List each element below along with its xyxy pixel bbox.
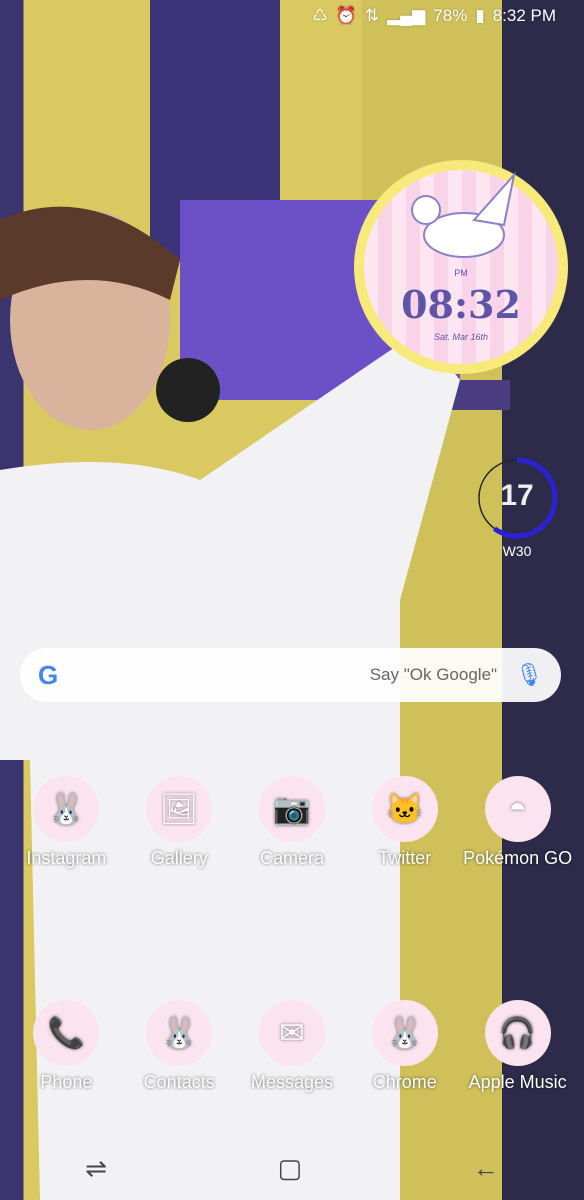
- app-icon: 🐰: [371, 1000, 438, 1066]
- alarm-icon: ⏰: [335, 6, 357, 25]
- app-messages[interactable]: ✉ Messages: [236, 1000, 349, 1093]
- app-gallery[interactable]: 🖼 Gallery: [123, 776, 236, 869]
- app-icon: 🐰: [146, 1000, 213, 1066]
- app-icon: 🖼: [146, 776, 213, 842]
- signal-icon: ▂▄▆: [387, 6, 426, 25]
- app-label: Chrome: [372, 1072, 437, 1092]
- clock-date: Sat. Mar 16th: [433, 332, 489, 342]
- app-icon: ◓: [484, 776, 551, 842]
- app-icon: 📷: [258, 776, 325, 842]
- day-number: 17: [500, 479, 534, 512]
- app-pok-mon-go[interactable]: ◓ Pokémon GO: [461, 776, 574, 869]
- clock-time: 08:32: [401, 282, 521, 327]
- app-camera[interactable]: 📷 Camera: [236, 776, 349, 869]
- recents-icon[interactable]: ⇌: [85, 1153, 107, 1184]
- clock-ampm: PM: [454, 268, 468, 278]
- app-icon: 🎧: [484, 1000, 551, 1066]
- app-icon: ✉: [258, 1000, 325, 1066]
- recycle-icon: ♺: [312, 6, 328, 25]
- battery-percent: 78%: [433, 6, 468, 25]
- app-apple-music[interactable]: 🎧 Apple Music: [461, 1000, 574, 1093]
- app-label: Pokémon GO: [463, 848, 573, 868]
- unicorn-icon: [411, 171, 516, 258]
- app-icon: 🐱: [371, 776, 438, 842]
- app-icon: 📞: [33, 1000, 100, 1066]
- battery-icon: ▮: [475, 6, 485, 25]
- google-search-bar[interactable]: G Say "Ok Google" 🎙: [20, 648, 561, 702]
- app-label: Instagram: [26, 848, 107, 868]
- search-hint: Say "Ok Google": [369, 665, 498, 684]
- app-label: Gallery: [150, 848, 208, 868]
- app-label: Phone: [40, 1072, 93, 1092]
- back-icon[interactable]: ←: [473, 1153, 499, 1184]
- app-label: Messages: [250, 1072, 334, 1092]
- app-row-1: 🐰 Instagram 🖼 Gallery 📷 Camera 🐱 Twitter ◓ Pokémo…: [10, 776, 574, 869]
- google-logo-icon: G: [38, 659, 59, 690]
- app-row-2: 📞 Phone 🐰 Contacts ✉ Messages 🐰 Chrome 🎧 Apple Mu…: [10, 1000, 574, 1093]
- week-widget[interactable]: 17 W30: [476, 457, 558, 559]
- app-twitter[interactable]: 🐱 Twitter: [348, 776, 461, 869]
- status-bar: ♺ ⏰ ⇅ ▂▄▆ 78% ▮ 8:32 PM: [312, 6, 556, 26]
- status-time: 8:32 PM: [492, 6, 556, 25]
- app-icon: 🐰: [33, 776, 100, 842]
- clock-widget[interactable]: PM 08:32 Sat. Mar 16th: [354, 160, 568, 374]
- app-contacts[interactable]: 🐰 Contacts: [123, 1000, 236, 1093]
- app-instagram[interactable]: 🐰 Instagram: [10, 776, 123, 869]
- microphone-icon[interactable]: 🎙: [515, 662, 543, 688]
- app-chrome[interactable]: 🐰 Chrome: [348, 1000, 461, 1093]
- app-phone[interactable]: 📞 Phone: [10, 1000, 123, 1093]
- app-label: Twitter: [378, 848, 432, 868]
- week-label: W30: [502, 543, 532, 559]
- app-label: Apple Music: [468, 1072, 567, 1092]
- app-label: Contacts: [143, 1072, 215, 1092]
- navigation-bar: ⇌ ▢ ←: [0, 1136, 584, 1200]
- data-icon: ⇅: [364, 6, 380, 25]
- home-icon[interactable]: ▢: [278, 1153, 303, 1184]
- app-label: Camera: [259, 848, 324, 868]
